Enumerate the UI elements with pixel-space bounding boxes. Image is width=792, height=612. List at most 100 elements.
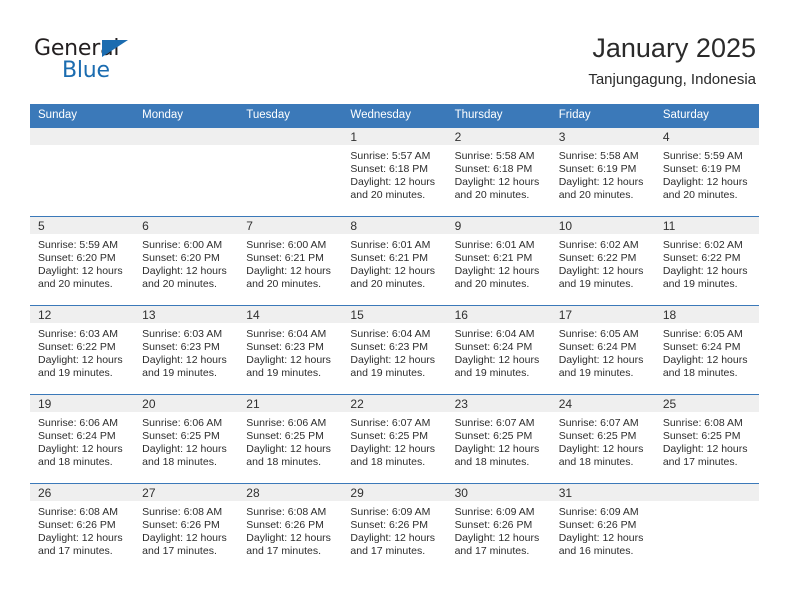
- sunset-text: Sunset: 6:24 PM: [454, 341, 533, 354]
- sunset-text: Sunset: 6:23 PM: [246, 341, 324, 354]
- daylight-text-line1: Daylight: 12 hours: [350, 354, 436, 367]
- calendar-day-cell[interactable]: 20 Sunrise: 6:06 AM Sunset: 6:25 PM Dayligh…: [134, 394, 239, 484]
- calendar-day-cell[interactable]: 14 Sunrise: 6:04 AM Sunset: 6:23 PM Dayligh…: [238, 305, 343, 395]
- day-number: 22: [342, 395, 447, 412]
- calendar-day-cell[interactable]: 24 Sunrise: 6:07 AM Sunset: 6:25 PM Dayligh…: [550, 394, 655, 484]
- calendar-day-cell[interactable]: 22 Sunrise: 6:07 AM Sunset: 6:25 PM Dayligh…: [342, 394, 447, 484]
- general-blue-logo[interactable]: General Blue: [34, 36, 234, 88]
- sunset-text: Sunset: 6:21 PM: [350, 252, 429, 265]
- daylight-text-line1: Daylight: 12 hours: [662, 354, 748, 367]
- sunrise-text: Sunrise: 6:00 AM: [246, 239, 327, 251]
- daylight-text-line1: Daylight: 12 hours: [454, 176, 540, 189]
- daylight-text-line2: and 19 minutes.: [142, 367, 217, 380]
- sunrise-text: Sunrise: 6:06 AM: [246, 417, 327, 429]
- calendar-day-cell[interactable]: 17 Sunrise: 6:05 AM Sunset: 6:24 PM Dayligh…: [550, 305, 655, 395]
- daylight-text-line1: Daylight: 12 hours: [662, 443, 748, 456]
- sunrise-text: Sunrise: 6:01 AM: [454, 239, 535, 251]
- daylight-text-line1: Daylight: 12 hours: [38, 532, 123, 545]
- day-number: 20: [134, 395, 239, 412]
- daylight-text-line1: Daylight: 12 hours: [558, 265, 644, 278]
- calendar-day-cell[interactable]: 29 Sunrise: 6:09 AM Sunset: 6:26 PM Dayligh…: [342, 483, 447, 572]
- sunrise-text: Sunrise: 6:06 AM: [38, 417, 118, 429]
- calendar-day-cell[interactable]: 16 Sunrise: 6:04 AM Sunset: 6:24 PM Dayligh…: [446, 305, 551, 395]
- sunrise-text: Sunrise: 6:09 AM: [350, 506, 431, 518]
- calendar-day-cell[interactable]: 7 Sunrise: 6:00 AM Sunset: 6:21 PM Daylight…: [238, 216, 343, 306]
- calendar-week-row: 1 Sunrise: 5:57 AM Sunset: 6:18 PM Daylight…: [30, 128, 759, 217]
- day-number: 26: [30, 484, 135, 501]
- daylight-text-line2: and 20 minutes.: [350, 278, 426, 291]
- daylight-text-line1: Daylight: 12 hours: [454, 265, 540, 278]
- daylight-text-line1: Daylight: 12 hours: [662, 176, 748, 189]
- calendar-day-cell[interactable]: 3 Sunrise: 5:58 AM Sunset: 6:19 PM Daylight…: [550, 128, 655, 217]
- sunset-text: Sunset: 6:26 PM: [246, 519, 324, 532]
- day-details: Sunrise: 5:58 AM Sunset: 6:18 PM Daylight:…: [447, 145, 551, 202]
- page-title: January 2025: [592, 33, 756, 63]
- daylight-text-line1: Daylight: 12 hours: [142, 443, 227, 456]
- sunset-text: Sunset: 6:25 PM: [558, 430, 637, 443]
- calendar-day-cell[interactable]: 4 Sunrise: 5:59 AM Sunset: 6:19 PM Daylight…: [654, 128, 759, 217]
- day-number: 2: [446, 128, 551, 145]
- calendar-day-cell[interactable]: 26 Sunrise: 6:08 AM Sunset: 6:26 PM Dayligh…: [30, 483, 135, 572]
- calendar-day-cell[interactable]: 2 Sunrise: 5:58 AM Sunset: 6:18 PM Daylight…: [446, 128, 551, 217]
- calendar-day-cell[interactable]: 8 Sunrise: 6:01 AM Sunset: 6:21 PM Daylight…: [342, 216, 447, 306]
- daylight-text-line2: and 18 minutes.: [246, 456, 321, 469]
- daylight-text-line1: Daylight: 12 hours: [350, 176, 436, 189]
- calendar-day-cell[interactable]: 19 Sunrise: 6:06 AM Sunset: 6:24 PM Dayligh…: [30, 394, 135, 484]
- calendar-day-cell[interactable]: 21 Sunrise: 6:06 AM Sunset: 6:25 PM Dayligh…: [238, 394, 343, 484]
- day-details: Sunrise: 6:04 AM Sunset: 6:23 PM Daylight:…: [238, 323, 342, 380]
- daylight-text-line2: and 20 minutes.: [558, 189, 634, 202]
- day-number: 29: [342, 484, 447, 501]
- calendar-day-cell[interactable]: 11 Sunrise: 6:02 AM Sunset: 6:22 PM Dayligh…: [654, 216, 759, 306]
- daylight-text-line2: and 19 minutes.: [662, 278, 738, 291]
- calendar-day-cell[interactable]: 12 Sunrise: 6:03 AM Sunset: 6:22 PM Dayligh…: [30, 305, 135, 395]
- calendar-day-cell[interactable]: 9 Sunrise: 6:01 AM Sunset: 6:21 PM Daylight…: [446, 216, 551, 306]
- daylight-text-line2: and 18 minutes.: [454, 456, 530, 469]
- sunrise-text: Sunrise: 5:58 AM: [558, 150, 639, 162]
- sunrise-text: Sunrise: 6:04 AM: [350, 328, 431, 340]
- sunset-text: Sunset: 6:25 PM: [350, 430, 429, 443]
- daylight-text-line1: Daylight: 12 hours: [38, 265, 123, 278]
- calendar-header-row: Sunday Monday Tuesday Wednesday Thursday…: [30, 104, 759, 128]
- sunrise-text: Sunrise: 6:07 AM: [454, 417, 535, 429]
- calendar-day-cell[interactable]: 25 Sunrise: 6:08 AM Sunset: 6:25 PM Dayligh…: [654, 394, 759, 484]
- daylight-text-line2: and 20 minutes.: [350, 189, 426, 202]
- sunset-text: Sunset: 6:24 PM: [662, 341, 741, 354]
- calendar-day-cell[interactable]: 10 Sunrise: 6:02 AM Sunset: 6:22 PM Dayligh…: [550, 216, 655, 306]
- calendar-day-cell[interactable]: 30 Sunrise: 6:09 AM Sunset: 6:26 PM Dayligh…: [446, 483, 551, 572]
- calendar-empty-cell: [134, 128, 239, 217]
- calendar-week-row: 19 Sunrise: 6:06 AM Sunset: 6:24 PM Dayligh…: [30, 394, 759, 484]
- day-number: 14: [238, 306, 343, 323]
- day-number: 30: [446, 484, 551, 501]
- sunset-text: Sunset: 6:22 PM: [558, 252, 637, 265]
- daylight-text-line1: Daylight: 12 hours: [246, 532, 331, 545]
- sunrise-text: Sunrise: 6:08 AM: [38, 506, 118, 518]
- calendar-day-cell[interactable]: 1 Sunrise: 5:57 AM Sunset: 6:18 PM Daylight…: [342, 128, 447, 217]
- sunrise-text: Sunrise: 6:01 AM: [350, 239, 431, 251]
- daylight-text-line2: and 19 minutes.: [350, 367, 426, 380]
- calendar-day-cell[interactable]: 5 Sunrise: 5:59 AM Sunset: 6:20 PM Daylight…: [30, 216, 135, 306]
- daylight-text-line2: and 19 minutes.: [38, 367, 113, 380]
- daylight-text-line2: and 17 minutes.: [142, 545, 217, 558]
- day-number: 7: [238, 217, 343, 234]
- logo-triangle-icon: [102, 40, 128, 57]
- daylight-text-line1: Daylight: 12 hours: [246, 443, 331, 456]
- calendar-day-cell[interactable]: 15 Sunrise: 6:04 AM Sunset: 6:23 PM Dayligh…: [342, 305, 447, 395]
- sunrise-text: Sunrise: 6:03 AM: [38, 328, 118, 340]
- calendar-grid: Sunday Monday Tuesday Wednesday Thursday…: [30, 104, 759, 572]
- weekday-header-wednesday: Wednesday: [342, 104, 447, 128]
- daylight-text-line2: and 18 minutes.: [662, 367, 738, 380]
- calendar-day-cell[interactable]: 31 Sunrise: 6:09 AM Sunset: 6:26 PM Dayligh…: [550, 483, 655, 572]
- weekday-header-sunday: Sunday: [30, 104, 135, 128]
- sunrise-text: Sunrise: 6:09 AM: [454, 506, 535, 518]
- day-details: Sunrise: 6:07 AM Sunset: 6:25 PM Daylight:…: [551, 412, 655, 469]
- calendar-day-cell[interactable]: 28 Sunrise: 6:08 AM Sunset: 6:26 PM Dayligh…: [238, 483, 343, 572]
- calendar-day-cell[interactable]: 23 Sunrise: 6:07 AM Sunset: 6:25 PM Dayligh…: [446, 394, 551, 484]
- calendar-day-cell[interactable]: 27 Sunrise: 6:08 AM Sunset: 6:26 PM Dayligh…: [134, 483, 239, 572]
- sunset-text: Sunset: 6:24 PM: [38, 430, 116, 443]
- calendar-day-cell[interactable]: 18 Sunrise: 6:05 AM Sunset: 6:24 PM Dayligh…: [654, 305, 759, 395]
- sunset-text: Sunset: 6:18 PM: [350, 163, 429, 176]
- daylight-text-line2: and 18 minutes.: [142, 456, 217, 469]
- day-number: 13: [134, 306, 239, 323]
- calendar-day-cell[interactable]: 13 Sunrise: 6:03 AM Sunset: 6:23 PM Dayligh…: [134, 305, 239, 395]
- calendar-day-cell[interactable]: 6 Sunrise: 6:00 AM Sunset: 6:20 PM Daylight…: [134, 216, 239, 306]
